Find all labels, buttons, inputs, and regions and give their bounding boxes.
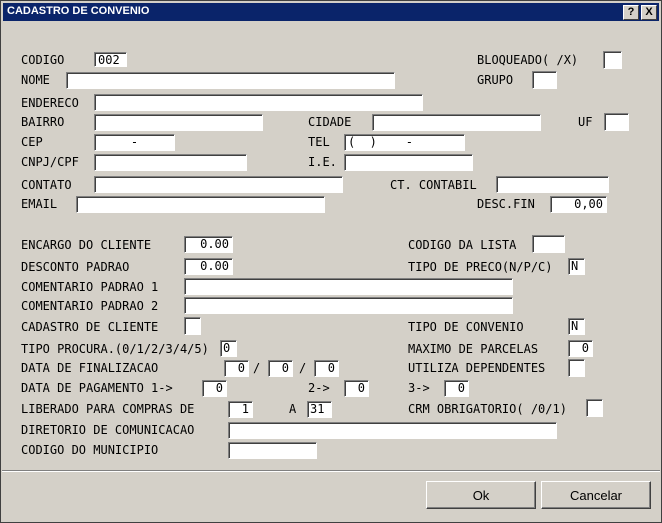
comentario1-field[interactable] bbox=[184, 278, 513, 295]
utiliza-dep-field[interactable] bbox=[568, 359, 585, 377]
dialog-window: CADASTRO DE CONVENIO ? X CODIGO 002 BLOQ… bbox=[0, 0, 662, 523]
cancel-button[interactable]: Cancelar bbox=[541, 481, 651, 509]
data-pag-3-field[interactable]: 0 bbox=[444, 380, 469, 397]
email-label: EMAIL bbox=[21, 197, 58, 211]
cep-label: CEP bbox=[21, 135, 43, 149]
uf-field[interactable] bbox=[604, 113, 629, 131]
uf-label: UF bbox=[578, 115, 593, 129]
diretorio-field[interactable] bbox=[228, 422, 557, 439]
comentario2-field[interactable] bbox=[184, 297, 513, 314]
cnpj-field[interactable] bbox=[94, 154, 247, 171]
codigo-field[interactable]: 002 bbox=[94, 52, 127, 67]
liberado-to-field[interactable]: 31 bbox=[307, 401, 332, 418]
cadastro-cliente-field[interactable] bbox=[184, 317, 201, 335]
tipo-convenio-field[interactable]: N bbox=[568, 318, 585, 335]
data-pag-3-label: 3-> bbox=[408, 381, 430, 395]
nome-label: NOME bbox=[21, 73, 50, 87]
email-field[interactable] bbox=[76, 196, 325, 213]
ok-button-label: Ok bbox=[472, 488, 490, 503]
data-final-year-field[interactable]: 0 bbox=[314, 360, 339, 377]
crm-field[interactable] bbox=[586, 399, 603, 417]
liberado-sep-label: A bbox=[289, 402, 297, 416]
endereco-field[interactable] bbox=[94, 94, 423, 111]
data-pag-label: DATA DE PAGAMENTO 1-> bbox=[21, 381, 173, 395]
encargo-label: ENCARGO DO CLIENTE bbox=[21, 238, 152, 252]
max-parcelas-label: MAXIMO DE PARCELAS bbox=[408, 342, 539, 356]
tipo-preco-field[interactable]: N bbox=[568, 258, 585, 275]
codigo-lista-label: CODIGO DA LISTA bbox=[408, 238, 517, 252]
tipo-preco-label: TIPO DE PRECO(N/P/C) bbox=[408, 260, 553, 274]
ct-contabil-field[interactable] bbox=[496, 176, 609, 193]
data-final-month-field[interactable]: 0 bbox=[268, 360, 293, 377]
cidade-label: CIDADE bbox=[308, 115, 352, 129]
desc-fin-label: DESC.FIN bbox=[477, 197, 535, 211]
contato-label: CONTATO bbox=[21, 178, 72, 192]
close-button[interactable]: X bbox=[641, 5, 657, 20]
nome-field[interactable] bbox=[66, 72, 395, 89]
data-final-label: DATA DE FINALIZACAO bbox=[21, 361, 159, 375]
desc-fin-field[interactable]: 0,00 bbox=[550, 196, 607, 213]
comentario1-label: COMENTARIO PADRAO 1 bbox=[21, 280, 159, 294]
comentario2-label: COMENTARIO PADRAO 2 bbox=[21, 299, 159, 313]
tel-label: TEL bbox=[308, 135, 330, 149]
data-pag-2-field[interactable]: 0 bbox=[344, 380, 369, 397]
municipio-label: CODIGO DO MUNICIPIO bbox=[21, 443, 159, 457]
bloqueado-field[interactable] bbox=[603, 51, 622, 69]
footer-divider bbox=[2, 470, 660, 472]
max-parcelas-field[interactable]: 0 bbox=[568, 340, 593, 357]
data-pag-1-field[interactable]: 0 bbox=[202, 380, 227, 397]
ct-contabil-label: CT. CONTABIL bbox=[390, 178, 477, 192]
date-separator: / bbox=[299, 361, 307, 375]
liberado-from-field[interactable]: 1 bbox=[228, 401, 253, 418]
help-button[interactable]: ? bbox=[623, 5, 639, 20]
cidade-field[interactable] bbox=[372, 114, 541, 131]
cnpj-label: CNPJ/CPF bbox=[21, 155, 79, 169]
contato-field[interactable] bbox=[94, 176, 343, 193]
grupo-field[interactable] bbox=[532, 71, 557, 89]
utiliza-dep-label: UTILIZA DEPENDENTES bbox=[408, 361, 546, 375]
data-pag-2-label: 2-> bbox=[308, 381, 330, 395]
bloqueado-label: BLOQUEADO( /X) bbox=[477, 53, 579, 67]
desconto-label: DESCONTO PADRAO bbox=[21, 260, 130, 274]
municipio-field[interactable] bbox=[228, 442, 317, 459]
ok-button[interactable]: Ok bbox=[426, 481, 536, 509]
bairro-label: BAIRRO bbox=[21, 115, 65, 129]
grupo-label: GRUPO bbox=[477, 73, 514, 87]
tipo-convenio-label: TIPO DE CONVENIO bbox=[408, 320, 524, 334]
encargo-field[interactable]: 0.00 bbox=[184, 236, 233, 253]
tel-field[interactable]: ( ) - bbox=[344, 134, 465, 151]
data-final-day-field[interactable]: 0 bbox=[224, 360, 249, 377]
crm-label: CRM OBRIGATORIO( /0/1) bbox=[408, 402, 567, 416]
tipo-procura-label: TIPO PROCURA.(0/1/2/3/4/5) bbox=[21, 342, 209, 356]
endereco-label: ENDERECO bbox=[21, 96, 79, 110]
ie-field[interactable] bbox=[344, 154, 473, 171]
bairro-field[interactable] bbox=[94, 114, 263, 131]
cadastro-cliente-label: CADASTRO DE CLIENTE bbox=[21, 320, 159, 334]
window-title: CADASTRO DE CONVENIO bbox=[7, 5, 150, 17]
title-bar: CADASTRO DE CONVENIO ? X bbox=[3, 3, 659, 21]
date-separator: / bbox=[253, 361, 261, 375]
ie-label: I.E. bbox=[308, 155, 337, 169]
codigo-lista-field[interactable] bbox=[532, 235, 565, 253]
cancel-button-label: Cancelar bbox=[569, 488, 623, 503]
liberado-label: LIBERADO PARA COMPRAS DE bbox=[21, 402, 195, 416]
cep-field[interactable]: - bbox=[94, 134, 175, 151]
desconto-field[interactable]: 0.00 bbox=[184, 258, 233, 275]
codigo-label: CODIGO bbox=[21, 53, 65, 67]
diretorio-label: DIRETORIO DE COMUNICACAO bbox=[21, 423, 195, 437]
tipo-procura-field[interactable]: 0 bbox=[220, 340, 237, 357]
